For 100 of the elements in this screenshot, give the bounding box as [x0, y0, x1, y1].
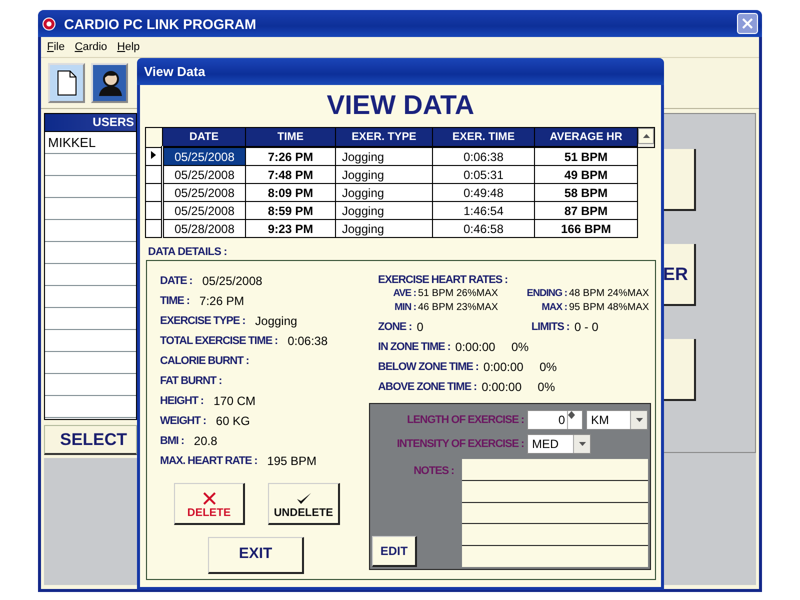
detail-value: 0:00:00: [482, 380, 522, 394]
notes-field[interactable]: [462, 459, 648, 567]
detail-label: FAT BURNT :: [160, 375, 222, 387]
scroll-up-icon: [642, 134, 650, 138]
up-arrow-icon: [568, 411, 575, 415]
detail-value: 0:06:38: [288, 334, 328, 348]
detail-value: 195 BPM: [267, 454, 317, 468]
rate-label: ENDING :: [526, 288, 568, 299]
detail-label: HEIGHT :: [160, 395, 204, 407]
table-cell: 1:46:54: [432, 202, 534, 220]
detail-value: 20.8: [194, 434, 218, 448]
field-label: INTENSITY OF EXERCISE :: [396, 438, 524, 450]
detail-value: 0:00:00: [455, 340, 496, 354]
table-cell: 05/28/2008: [162, 220, 246, 238]
table-cell: 0:46:58: [432, 220, 534, 238]
table-cell: Jogging: [336, 184, 432, 202]
page-heading: VIEW DATA: [326, 89, 474, 121]
rate-value: 48 BPM 24%MAX: [569, 288, 650, 299]
field-label: NOTES :: [412, 464, 455, 477]
side-button[interactable]: [663, 149, 696, 211]
close-button[interactable]: [737, 13, 758, 34]
menu-item[interactable]: Cardio: [74, 41, 108, 53]
table-cell: 87 BPM: [534, 202, 638, 220]
table-cell: 9:23 PM: [246, 220, 336, 238]
close-icon: [742, 18, 753, 29]
detail-value: 60 KG: [216, 414, 250, 428]
new-document-button[interactable]: [48, 63, 85, 103]
column-header[interactable]: TIME: [246, 128, 336, 147]
detail-label: CALORIE BURNT :: [160, 355, 249, 367]
dropdown-arrow-icon: [578, 442, 586, 446]
percent-value: 0%: [511, 340, 529, 354]
undelete-button[interactable]: UNDELETE: [268, 483, 340, 525]
table-cell: 8:59 PM: [246, 202, 336, 220]
column-header[interactable]: AVERAGE HR: [534, 128, 638, 147]
percent-value: 0%: [538, 380, 555, 394]
intensity-dropdown[interactable]: MED: [527, 434, 591, 454]
menu-item[interactable]: Help: [117, 41, 140, 53]
document-icon: [56, 70, 76, 96]
table-cell: 0:06:38: [432, 147, 534, 166]
cross-icon: [202, 492, 216, 505]
side-button[interactable]: ER: [663, 244, 696, 306]
detail-value: Jogging: [255, 314, 298, 328]
rate-value: 51 BPM 26%MAX: [418, 288, 500, 299]
check-icon: [296, 492, 312, 505]
table-cell: 7:48 PM: [246, 166, 336, 184]
detail-value: 7:26 PM: [199, 294, 244, 308]
detail-label: TOTAL EXERCISE TIME :: [160, 335, 278, 347]
field-label: LENGTH OF EXERCISE :: [406, 414, 524, 426]
detail-value: 0:00:00: [483, 360, 524, 374]
table-cell: 8:09 PM: [246, 184, 336, 202]
table-cell: Jogging: [336, 202, 432, 220]
users-header: USERS: [44, 113, 137, 132]
table-cell: 166 BPM: [534, 220, 638, 238]
rate-label: AVE :: [392, 288, 417, 299]
percent-value: 0%: [539, 360, 557, 374]
down-arrow-icon: [568, 415, 575, 419]
column-header[interactable]: DATE: [162, 128, 246, 147]
length-spinner[interactable]: 0: [527, 410, 583, 430]
user-row[interactable]: MIKKEL: [45, 132, 136, 154]
exit-button[interactable]: EXIT: [208, 537, 304, 574]
detail-label: BELOW ZONE TIME :: [378, 361, 478, 373]
table-cell: Jogging: [336, 166, 432, 184]
detail-label: WEIGHT :: [160, 415, 206, 427]
rate-label: MAX :: [540, 302, 568, 313]
detail-label: EXERCISE TYPE :: [160, 315, 246, 327]
section-title: EXERCISE HEART RATES :: [378, 272, 509, 288]
row-indicator[interactable]: [146, 220, 162, 238]
detail-label: BMI :: [160, 435, 184, 447]
column-header[interactable]: EXER. TYPE: [336, 128, 432, 147]
detail-label: LIMITS :: [531, 321, 570, 333]
table-cell: 49 BPM: [534, 166, 638, 184]
detail-value: 0: [416, 320, 424, 334]
detail-label: ABOVE ZONE TIME :: [378, 381, 477, 393]
select-button[interactable]: SELECT: [44, 425, 137, 455]
row-indicator[interactable]: [146, 166, 162, 184]
rate-value: 46 BPM 23%MAX: [418, 302, 500, 313]
current-row-icon: [151, 151, 156, 160]
delete-button[interactable]: DELETE: [174, 483, 245, 525]
detail-value: 0 - 0: [574, 320, 598, 334]
column-header[interactable]: EXER. TIME: [432, 128, 534, 147]
table-cell: 0:05:31: [432, 166, 534, 184]
table-cell: 58 BPM: [534, 184, 638, 202]
edit-button[interactable]: EDIT: [372, 536, 417, 567]
users-button[interactable]: [91, 63, 128, 103]
detail-value: 170 CM: [213, 394, 256, 408]
table-cell: 51 BPM: [534, 147, 638, 166]
detail-label: IN ZONE TIME :: [378, 341, 450, 353]
row-indicator[interactable]: [146, 184, 162, 202]
detail-label: TIME :: [160, 295, 190, 307]
scroll-bar[interactable]: [638, 128, 654, 147]
detail-label: ZONE :: [378, 321, 412, 333]
table-cell: 05/25/2008: [162, 184, 246, 202]
table-cell: 05/25/2008: [162, 166, 246, 184]
row-indicator[interactable]: [146, 202, 162, 220]
dropdown-arrow-icon: [636, 418, 642, 422]
detail-value: 05/25/2008: [202, 274, 262, 288]
row-indicator[interactable]: [146, 147, 162, 166]
side-button[interactable]: [663, 339, 696, 401]
menu-item[interactable]: File: [47, 41, 65, 53]
unit-dropdown[interactable]: KM: [586, 410, 648, 430]
